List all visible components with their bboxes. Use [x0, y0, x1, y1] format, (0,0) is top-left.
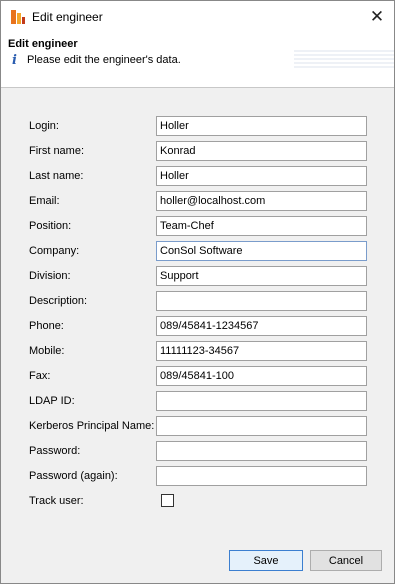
mobile-row: Mobile: — [1, 341, 394, 361]
login-label: Login: — [29, 120, 59, 132]
mobile-label: Mobile: — [29, 345, 65, 357]
banner-message: Please edit the engineer's data. — [27, 54, 181, 66]
kerberos-principal-name-row: Kerberos Principal Name: — [1, 416, 394, 436]
position-row: Position: — [1, 216, 394, 236]
division-input[interactable] — [156, 266, 367, 286]
division-row: Division: — [1, 266, 394, 286]
password-input[interactable] — [156, 441, 367, 461]
ldap-id-label: LDAP ID: — [29, 395, 75, 407]
fax-input[interactable] — [156, 366, 367, 386]
password-again-row: Password (again): — [1, 466, 394, 486]
login-row: Login: — [1, 116, 394, 136]
track-user-label: Track user: — [29, 495, 84, 507]
title-bar: Edit engineer ✕ — [1, 1, 394, 32]
window-title: Edit engineer — [32, 10, 103, 24]
last-name-input[interactable] — [156, 166, 367, 186]
save-button[interactable]: Save — [229, 550, 303, 571]
banner-decoration — [294, 50, 394, 68]
login-input[interactable] — [156, 116, 367, 136]
app-icon — [11, 10, 25, 24]
header-banner: Edit engineer i Please edit the engineer… — [1, 32, 394, 88]
kerberos-principal-name-input[interactable] — [156, 416, 367, 436]
division-label: Division: — [29, 270, 71, 282]
fax-label: Fax: — [29, 370, 51, 382]
phone-label: Phone: — [29, 320, 64, 332]
phone-row: Phone: — [1, 316, 394, 336]
password-label: Password: — [29, 445, 81, 457]
first-name-input[interactable] — [156, 141, 367, 161]
banner-title: Edit engineer — [8, 38, 78, 50]
position-input[interactable] — [156, 216, 367, 236]
company-input[interactable] — [156, 241, 367, 261]
fax-row: Fax: — [1, 366, 394, 386]
close-icon[interactable]: ✕ — [360, 1, 394, 32]
first-name-row: First name: — [1, 141, 394, 161]
password-row: Password: — [1, 441, 394, 461]
track-user-checkbox[interactable] — [161, 494, 174, 507]
phone-input[interactable] — [156, 316, 367, 336]
kerberos-principal-name-label: Kerberos Principal Name: — [29, 420, 155, 432]
description-label: Description: — [29, 295, 88, 307]
edit-engineer-dialog: Edit engineer ✕ Edit engineer i Please e… — [0, 0, 395, 584]
email-row: Email: — [1, 191, 394, 211]
cancel-button[interactable]: Cancel — [310, 550, 382, 571]
company-label: Company: — [29, 245, 80, 257]
track-user-row: Track user: — [1, 491, 394, 511]
ldap-id-input[interactable] — [156, 391, 367, 411]
info-icon: i — [12, 53, 17, 68]
company-row: Company: — [1, 241, 394, 261]
ldap-id-row: LDAP ID: — [1, 391, 394, 411]
description-row: Description: — [1, 291, 394, 311]
password-again-label: Password (again): — [29, 470, 118, 482]
last-name-label: Last name: — [29, 170, 84, 182]
email-input[interactable] — [156, 191, 367, 211]
description-input[interactable] — [156, 291, 367, 311]
first-name-label: First name: — [29, 145, 85, 157]
email-label: Email: — [29, 195, 60, 207]
mobile-input[interactable] — [156, 341, 367, 361]
position-label: Position: — [29, 220, 72, 232]
password-again-input[interactable] — [156, 466, 367, 486]
last-name-row: Last name: — [1, 166, 394, 186]
